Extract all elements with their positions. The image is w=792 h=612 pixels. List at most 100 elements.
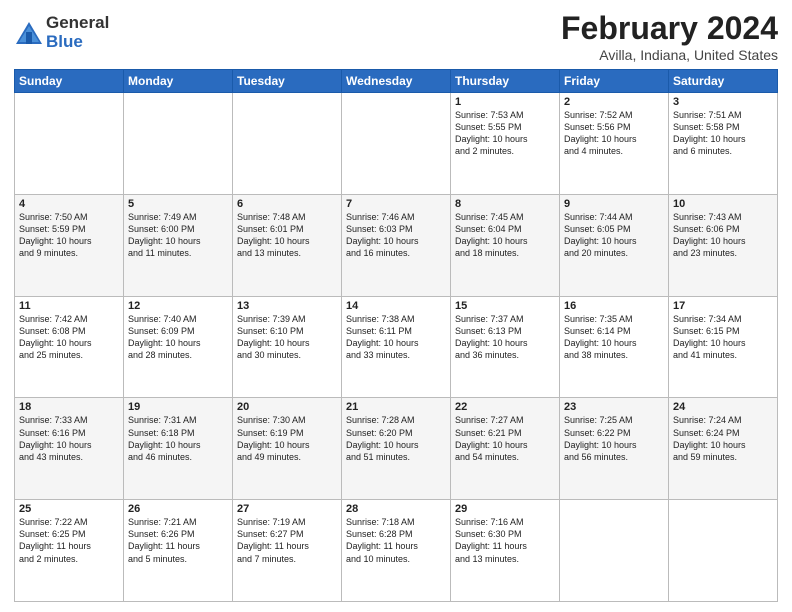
day-detail: Sunrise: 7:30 AMSunset: 6:19 PMDaylight:… <box>237 414 337 463</box>
header-row: SundayMondayTuesdayWednesdayThursdayFrid… <box>15 70 778 93</box>
day-number: 23 <box>564 401 664 413</box>
day-cell: 27Sunrise: 7:19 AMSunset: 6:27 PMDayligh… <box>233 500 342 602</box>
day-detail: Sunrise: 7:49 AMSunset: 6:00 PMDaylight:… <box>128 211 228 260</box>
day-number: 6 <box>237 198 337 210</box>
day-number: 17 <box>673 300 773 312</box>
day-number: 26 <box>128 503 228 515</box>
day-cell: 29Sunrise: 7:16 AMSunset: 6:30 PMDayligh… <box>451 500 560 602</box>
day-number: 3 <box>673 96 773 108</box>
day-cell: 17Sunrise: 7:34 AMSunset: 6:15 PMDayligh… <box>669 296 778 398</box>
day-number: 10 <box>673 198 773 210</box>
day-number: 5 <box>128 198 228 210</box>
day-detail: Sunrise: 7:43 AMSunset: 6:06 PMDaylight:… <box>673 211 773 260</box>
week-row-4: 18Sunrise: 7:33 AMSunset: 6:16 PMDayligh… <box>15 398 778 500</box>
week-row-3: 11Sunrise: 7:42 AMSunset: 6:08 PMDayligh… <box>15 296 778 398</box>
week-row-5: 25Sunrise: 7:22 AMSunset: 6:25 PMDayligh… <box>15 500 778 602</box>
day-number: 22 <box>455 401 555 413</box>
day-number: 14 <box>346 300 446 312</box>
day-cell: 7Sunrise: 7:46 AMSunset: 6:03 PMDaylight… <box>342 194 451 296</box>
day-cell: 13Sunrise: 7:39 AMSunset: 6:10 PMDayligh… <box>233 296 342 398</box>
day-detail: Sunrise: 7:51 AMSunset: 5:58 PMDaylight:… <box>673 109 773 158</box>
day-cell: 21Sunrise: 7:28 AMSunset: 6:20 PMDayligh… <box>342 398 451 500</box>
logo-general: General <box>46 14 109 33</box>
day-number: 1 <box>455 96 555 108</box>
day-detail: Sunrise: 7:50 AMSunset: 5:59 PMDaylight:… <box>19 211 119 260</box>
day-cell <box>669 500 778 602</box>
col-header-saturday: Saturday <box>669 70 778 93</box>
day-number: 16 <box>564 300 664 312</box>
day-cell: 2Sunrise: 7:52 AMSunset: 5:56 PMDaylight… <box>560 93 669 195</box>
day-detail: Sunrise: 7:48 AMSunset: 6:01 PMDaylight:… <box>237 211 337 260</box>
day-cell: 8Sunrise: 7:45 AMSunset: 6:04 PMDaylight… <box>451 194 560 296</box>
title-block: February 2024 Avilla, Indiana, United St… <box>561 10 778 63</box>
day-cell: 16Sunrise: 7:35 AMSunset: 6:14 PMDayligh… <box>560 296 669 398</box>
logo: General Blue <box>14 14 109 51</box>
day-cell: 10Sunrise: 7:43 AMSunset: 6:06 PMDayligh… <box>669 194 778 296</box>
day-number: 28 <box>346 503 446 515</box>
day-cell: 15Sunrise: 7:37 AMSunset: 6:13 PMDayligh… <box>451 296 560 398</box>
col-header-friday: Friday <box>560 70 669 93</box>
day-number: 9 <box>564 198 664 210</box>
day-detail: Sunrise: 7:19 AMSunset: 6:27 PMDaylight:… <box>237 516 337 565</box>
day-detail: Sunrise: 7:40 AMSunset: 6:09 PMDaylight:… <box>128 313 228 362</box>
day-number: 29 <box>455 503 555 515</box>
day-detail: Sunrise: 7:52 AMSunset: 5:56 PMDaylight:… <box>564 109 664 158</box>
col-header-sunday: Sunday <box>15 70 124 93</box>
day-number: 8 <box>455 198 555 210</box>
day-detail: Sunrise: 7:35 AMSunset: 6:14 PMDaylight:… <box>564 313 664 362</box>
day-cell: 12Sunrise: 7:40 AMSunset: 6:09 PMDayligh… <box>124 296 233 398</box>
day-detail: Sunrise: 7:44 AMSunset: 6:05 PMDaylight:… <box>564 211 664 260</box>
day-number: 11 <box>19 300 119 312</box>
day-number: 25 <box>19 503 119 515</box>
logo-blue: Blue <box>46 33 109 52</box>
day-number: 20 <box>237 401 337 413</box>
day-number: 15 <box>455 300 555 312</box>
logo-text: General Blue <box>46 14 109 51</box>
week-row-1: 1Sunrise: 7:53 AMSunset: 5:55 PMDaylight… <box>15 93 778 195</box>
day-cell <box>124 93 233 195</box>
day-cell: 3Sunrise: 7:51 AMSunset: 5:58 PMDaylight… <box>669 93 778 195</box>
day-cell: 11Sunrise: 7:42 AMSunset: 6:08 PMDayligh… <box>15 296 124 398</box>
day-detail: Sunrise: 7:16 AMSunset: 6:30 PMDaylight:… <box>455 516 555 565</box>
header: General Blue February 2024 Avilla, India… <box>14 10 778 63</box>
day-cell: 6Sunrise: 7:48 AMSunset: 6:01 PMDaylight… <box>233 194 342 296</box>
day-cell: 1Sunrise: 7:53 AMSunset: 5:55 PMDaylight… <box>451 93 560 195</box>
day-cell <box>560 500 669 602</box>
day-cell: 23Sunrise: 7:25 AMSunset: 6:22 PMDayligh… <box>560 398 669 500</box>
day-detail: Sunrise: 7:38 AMSunset: 6:11 PMDaylight:… <box>346 313 446 362</box>
day-cell: 28Sunrise: 7:18 AMSunset: 6:28 PMDayligh… <box>342 500 451 602</box>
main-title: February 2024 <box>561 10 778 47</box>
day-number: 2 <box>564 96 664 108</box>
day-detail: Sunrise: 7:45 AMSunset: 6:04 PMDaylight:… <box>455 211 555 260</box>
day-cell: 22Sunrise: 7:27 AMSunset: 6:21 PMDayligh… <box>451 398 560 500</box>
day-number: 18 <box>19 401 119 413</box>
day-cell: 4Sunrise: 7:50 AMSunset: 5:59 PMDaylight… <box>15 194 124 296</box>
day-number: 12 <box>128 300 228 312</box>
day-detail: Sunrise: 7:42 AMSunset: 6:08 PMDaylight:… <box>19 313 119 362</box>
day-number: 21 <box>346 401 446 413</box>
subtitle: Avilla, Indiana, United States <box>561 47 778 63</box>
day-cell: 9Sunrise: 7:44 AMSunset: 6:05 PMDaylight… <box>560 194 669 296</box>
day-cell <box>342 93 451 195</box>
col-header-monday: Monday <box>124 70 233 93</box>
day-detail: Sunrise: 7:46 AMSunset: 6:03 PMDaylight:… <box>346 211 446 260</box>
col-header-thursday: Thursday <box>451 70 560 93</box>
day-detail: Sunrise: 7:24 AMSunset: 6:24 PMDaylight:… <box>673 414 773 463</box>
calendar-table: SundayMondayTuesdayWednesdayThursdayFrid… <box>14 69 778 602</box>
day-detail: Sunrise: 7:33 AMSunset: 6:16 PMDaylight:… <box>19 414 119 463</box>
day-cell <box>15 93 124 195</box>
day-detail: Sunrise: 7:39 AMSunset: 6:10 PMDaylight:… <box>237 313 337 362</box>
day-cell: 24Sunrise: 7:24 AMSunset: 6:24 PMDayligh… <box>669 398 778 500</box>
day-number: 19 <box>128 401 228 413</box>
day-number: 27 <box>237 503 337 515</box>
week-row-2: 4Sunrise: 7:50 AMSunset: 5:59 PMDaylight… <box>15 194 778 296</box>
day-detail: Sunrise: 7:31 AMSunset: 6:18 PMDaylight:… <box>128 414 228 463</box>
day-detail: Sunrise: 7:22 AMSunset: 6:25 PMDaylight:… <box>19 516 119 565</box>
day-cell: 14Sunrise: 7:38 AMSunset: 6:11 PMDayligh… <box>342 296 451 398</box>
day-detail: Sunrise: 7:25 AMSunset: 6:22 PMDaylight:… <box>564 414 664 463</box>
day-detail: Sunrise: 7:34 AMSunset: 6:15 PMDaylight:… <box>673 313 773 362</box>
day-cell: 25Sunrise: 7:22 AMSunset: 6:25 PMDayligh… <box>15 500 124 602</box>
day-cell <box>233 93 342 195</box>
logo-icon <box>14 18 44 48</box>
day-detail: Sunrise: 7:28 AMSunset: 6:20 PMDaylight:… <box>346 414 446 463</box>
